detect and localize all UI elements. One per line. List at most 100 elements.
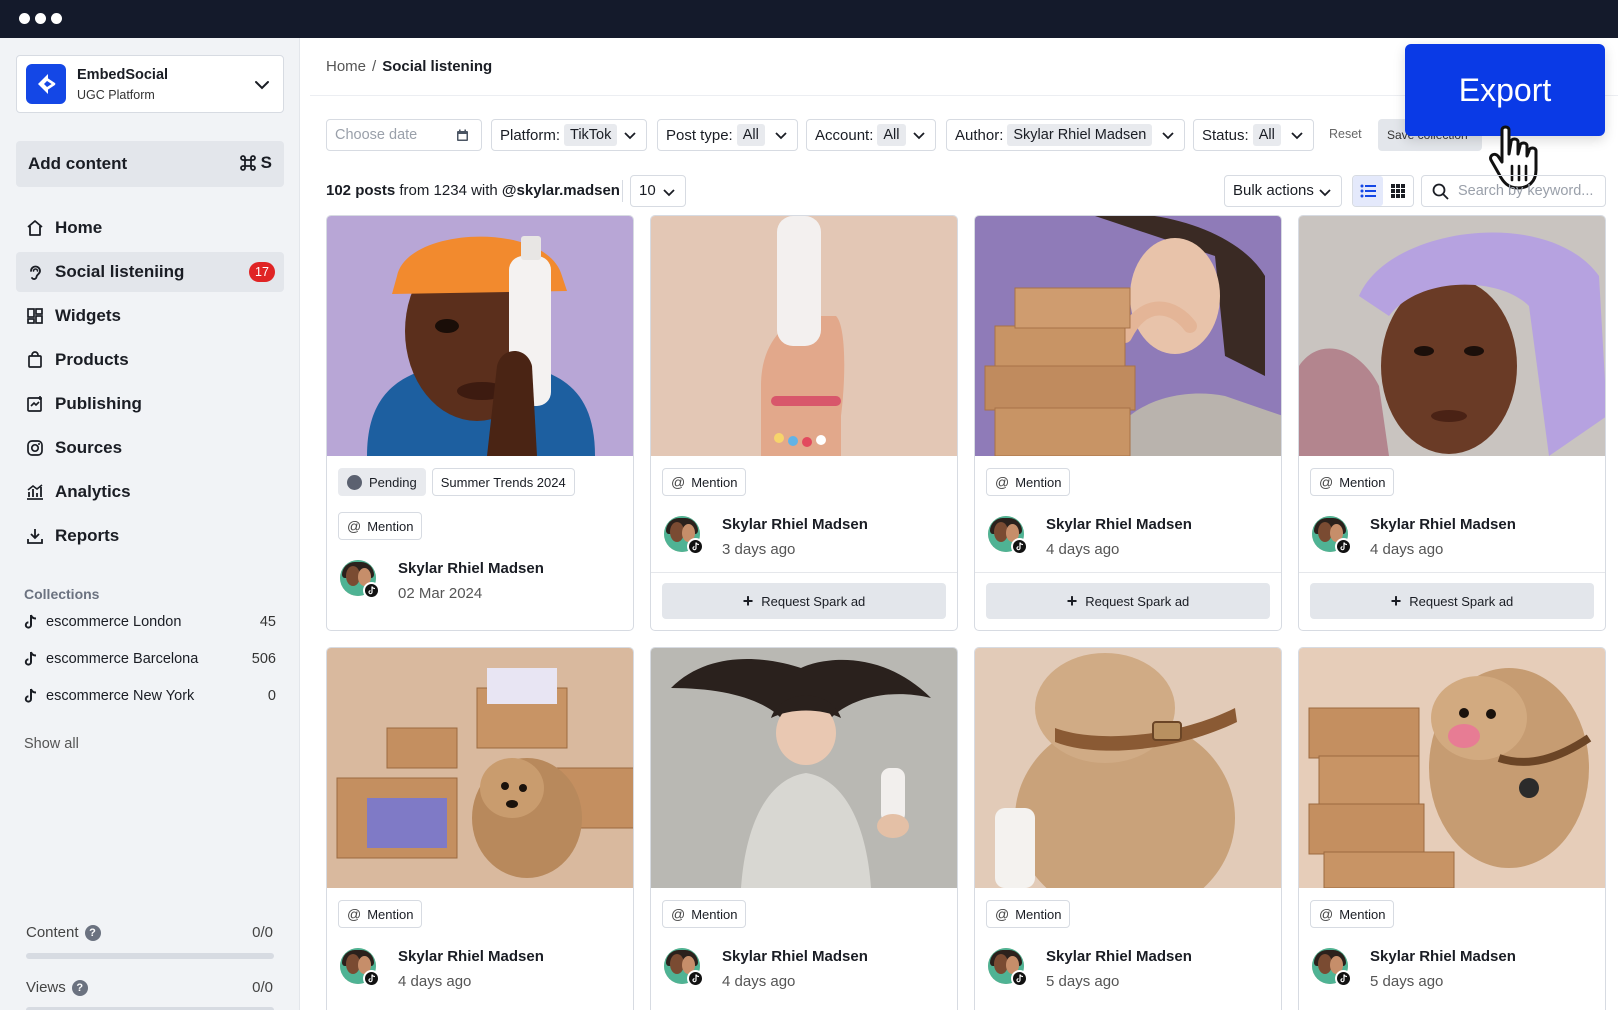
embedsocial-logo-icon	[26, 64, 66, 104]
window-menu-dots[interactable]	[19, 13, 62, 24]
request-spark-ad-button[interactable]: + Request Spark ad	[662, 583, 946, 619]
help-icon[interactable]: ?	[84, 924, 101, 941]
bulk-actions-select[interactable]: Bulk actions	[1224, 175, 1342, 207]
author-name[interactable]: Skylar Rhiel Madsen	[1046, 948, 1192, 965]
card-tags: @ Mention	[662, 900, 747, 928]
home-icon	[25, 218, 45, 238]
command-key-icon	[239, 155, 256, 171]
grid-view-button[interactable]	[1383, 176, 1413, 206]
tiktok-icon	[24, 614, 37, 629]
post-card[interactable]: @ Mention Skylar Rhiel Madsen 4 days ago	[650, 647, 958, 1010]
sidebar-item-widgets[interactable]: Widgets	[16, 296, 284, 336]
author-name[interactable]: Skylar Rhiel Madsen	[398, 948, 544, 965]
avatar[interactable]	[1312, 948, 1352, 987]
sidebar-item-reports[interactable]: Reports	[16, 516, 284, 556]
views-usage-label: Views ?	[26, 979, 88, 996]
post-card[interactable]: @ Mention Skylar Rhiel Madsen 4 days ago …	[1298, 215, 1606, 631]
account-filter[interactable]: Account: All	[806, 119, 936, 151]
post-author: Skylar Rhiel Madsen 4 days ago	[1312, 516, 1592, 558]
collection-item[interactable]: escommerce New York 0	[24, 684, 276, 708]
workspace-switcher[interactable]: EmbedSocial UGC Platform	[16, 55, 284, 113]
tiktok-icon	[24, 651, 37, 666]
download-icon	[25, 526, 45, 546]
avatar[interactable]	[340, 560, 380, 599]
list-view-button[interactable]	[1353, 176, 1383, 206]
sidebar-item-publishing[interactable]: Publishing	[16, 384, 284, 424]
avatar[interactable]	[664, 948, 704, 987]
author-name[interactable]: Skylar Rhiel Madsen	[722, 948, 868, 965]
mention-tag: @ Mention	[1310, 900, 1395, 928]
post-image[interactable]	[975, 648, 1281, 888]
sidebar-item-products[interactable]: Products	[16, 340, 284, 380]
breadcrumb-home[interactable]: Home	[326, 58, 366, 75]
post-card[interactable]: @ Mention Skylar Rhiel Madsen 4 days ago	[326, 647, 634, 1010]
help-icon[interactable]: ?	[71, 979, 88, 996]
author-name[interactable]: Skylar Rhiel Madsen	[1370, 948, 1516, 965]
breadcrumb-separator: /	[372, 58, 377, 75]
avatar[interactable]	[988, 516, 1028, 555]
chart-icon	[25, 482, 45, 502]
avatar[interactable]	[988, 948, 1028, 987]
post-image[interactable]	[327, 648, 633, 888]
platform-filter[interactable]: Platform: TikTok	[491, 119, 647, 151]
card-tags: @ Mention	[1310, 468, 1395, 496]
post-image[interactable]	[327, 216, 633, 456]
post-type-filter[interactable]: Post type: All	[657, 119, 798, 151]
post-author: Skylar Rhiel Madsen 5 days ago	[1312, 948, 1592, 990]
post-author: Skylar Rhiel Madsen 02 Mar 2024	[340, 560, 620, 602]
at-icon: @	[671, 906, 686, 922]
add-content-shortcut: S	[238, 153, 272, 173]
post-card[interactable]: @ Mention Skylar Rhiel Madsen 5 days ago	[974, 647, 1282, 1010]
post-card[interactable]: @ Mention Skylar Rhiel Madsen 3 days ago …	[650, 215, 958, 631]
request-spark-ad-button[interactable]: + Request Spark ad	[986, 583, 1270, 619]
tiktok-icon	[1335, 970, 1352, 987]
show-all-collections-link[interactable]: Show all	[24, 736, 79, 752]
post-card[interactable]: @ Mention Skylar Rhiel Madsen 5 days ago	[1298, 647, 1606, 1010]
collection-item[interactable]: escommerce London 45	[24, 610, 276, 634]
sidebar-item-social-listening[interactable]: Social listeniing 17	[16, 252, 284, 292]
post-author: Skylar Rhiel Madsen 4 days ago	[664, 948, 944, 990]
post-image[interactable]	[1299, 648, 1605, 888]
avatar[interactable]	[664, 516, 704, 555]
collections-heading: Collections	[24, 586, 100, 602]
summary-divider	[622, 180, 623, 202]
reset-filters-link[interactable]: Reset	[1329, 127, 1362, 141]
author-name[interactable]: Skylar Rhiel Madsen	[1370, 516, 1516, 533]
add-content-button[interactable]: Add content S	[16, 141, 284, 187]
views-usage-value: 0/0	[252, 979, 273, 996]
date-picker[interactable]: Choose date	[326, 119, 482, 151]
status-filter[interactable]: Status: All	[1193, 119, 1314, 151]
chevron-down-icon	[775, 132, 787, 140]
sidebar: EmbedSocial UGC Platform Add content S H…	[0, 38, 300, 1010]
per-page-select[interactable]: 10	[630, 175, 686, 207]
author-name[interactable]: Skylar Rhiel Madsen	[398, 560, 544, 577]
sidebar-item-analytics[interactable]: Analytics	[16, 472, 284, 512]
breadcrumb-current: Social listening	[382, 58, 493, 75]
card-tags: @ Mention	[986, 900, 1071, 928]
post-image[interactable]	[651, 648, 957, 888]
sidebar-item-sources[interactable]: Sources	[16, 428, 284, 468]
status-badge[interactable]: Pending	[338, 468, 426, 496]
post-card[interactable]: Pending Summer Trends 2024 @ Mention Skyl…	[326, 215, 634, 631]
collection-chip[interactable]: Summer Trends 2024	[431, 468, 575, 496]
tiktok-icon	[1335, 538, 1352, 555]
chevron-down-icon	[1162, 132, 1174, 140]
post-card[interactable]: @ Mention Skylar Rhiel Madsen 4 days ago …	[974, 215, 1282, 631]
author-name[interactable]: Skylar Rhiel Madsen	[722, 516, 868, 533]
keyword-search	[1421, 175, 1606, 207]
post-image[interactable]	[1299, 216, 1605, 456]
sidebar-item-home[interactable]: Home	[16, 208, 284, 248]
post-image[interactable]	[975, 216, 1281, 456]
search-input[interactable]	[1458, 183, 1598, 199]
card-tags: @ Mention	[338, 512, 423, 540]
author-name[interactable]: Skylar Rhiel Madsen	[1046, 516, 1192, 533]
export-button[interactable]: Export	[1405, 44, 1605, 136]
post-image[interactable]	[651, 216, 957, 456]
tiktok-icon	[24, 688, 37, 703]
avatar[interactable]	[340, 948, 380, 987]
collection-item[interactable]: escommerce Barcelona 506	[24, 647, 276, 671]
avatar[interactable]	[1312, 516, 1352, 555]
author-filter[interactable]: Author: Skylar Rhiel Madsen	[946, 119, 1185, 151]
view-mode-toggle	[1352, 175, 1414, 207]
request-spark-ad-button[interactable]: + Request Spark ad	[1310, 583, 1594, 619]
